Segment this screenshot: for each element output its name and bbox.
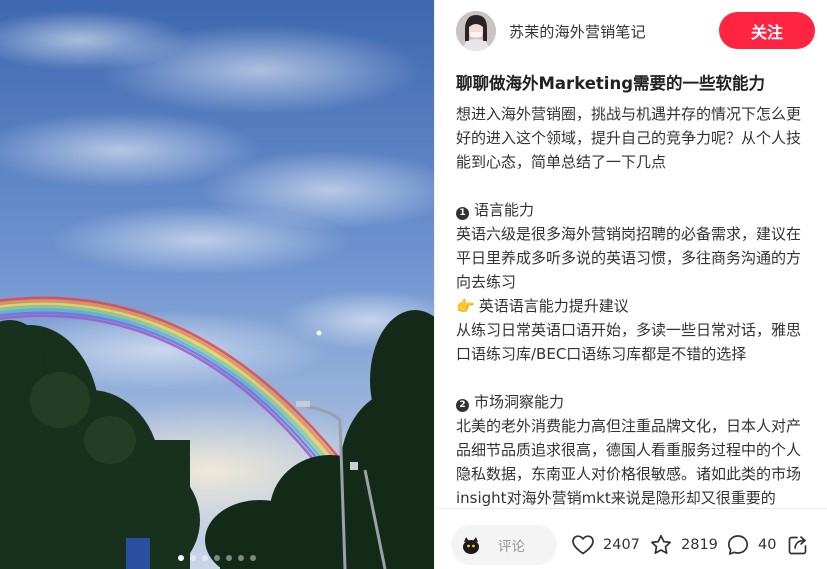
carousel-dot[interactable] (238, 555, 244, 561)
like-button[interactable]: 2407 (571, 533, 640, 557)
engagement-bar: 评论 2407 2819 40 (435, 508, 827, 569)
carousel-dot[interactable] (250, 555, 256, 561)
comment-bubble-icon (727, 535, 749, 555)
author-name[interactable]: 苏茉的海外营销笔记 (509, 21, 646, 42)
note-image-carousel[interactable] (0, 0, 434, 569)
comment-placeholder: 评论 (498, 539, 525, 555)
collect-button[interactable]: 2819 (649, 533, 718, 557)
author-avatar[interactable] (456, 11, 496, 51)
note-scroll-area[interactable]: 聊聊做海外Marketing需要的一些软能力 想进入海外营销圈，挑战与机遇并存的… (456, 62, 812, 508)
carousel-dot[interactable] (190, 555, 196, 561)
rainbow-photo (0, 0, 434, 569)
note-title: 聊聊做海外Marketing需要的一些软能力 (456, 74, 766, 93)
section-heading: 1 语言能力 (456, 198, 812, 222)
note-body: 想进入海外营销圈，挑战与机遇并存的情况下怎么更好的进入这个领域，提升自己的竞争力… (456, 102, 812, 508)
like-count: 2407 (603, 537, 640, 553)
user-avatar-icon (460, 534, 482, 556)
note-content-panel: 苏茉的海外营销笔记 关注 聊聊做海外Marketing需要的一些软能力 想进入海… (434, 0, 827, 569)
share-button[interactable] (786, 533, 810, 557)
carousel-dot[interactable] (178, 555, 184, 561)
collect-count: 2819 (681, 537, 718, 553)
carousel-dot[interactable] (214, 555, 220, 561)
carousel-dot[interactable] (226, 555, 232, 561)
carousel-indicator (0, 555, 434, 561)
author-bar: 苏茉的海外营销笔记 关注 (435, 0, 827, 62)
carousel-dot[interactable] (202, 555, 208, 561)
follow-button[interactable]: 关注 (719, 12, 815, 49)
share-icon (788, 536, 807, 555)
note-detail-page: 苏茉的海外营销笔记 关注 聊聊做海外Marketing需要的一些软能力 想进入海… (0, 0, 827, 569)
tip-text: 从练习日常英语口语开始，多读一些日常对话，雅思口语练习库/BEC口语练习库都是不… (456, 321, 802, 363)
heart-icon (572, 535, 594, 555)
pointing-hand-icon: 👉 (456, 297, 475, 315)
section-text: 北美的老外消费能力高但注重品牌文化，日本人对产品细节品质追求很高，德国人看重服务… (456, 417, 802, 507)
comment-input[interactable]: 评论 (451, 525, 557, 565)
number-2-icon: 2 (456, 399, 469, 412)
comment-button[interactable]: 40 (726, 533, 776, 557)
tip-heading: 👉 英语语言能力提升建议 (456, 294, 812, 318)
number-1-icon: 1 (456, 207, 469, 220)
note-intro: 想进入海外营销圈，挑战与机遇并存的情况下怎么更好的进入这个领域，提升自己的竞争力… (456, 105, 802, 171)
section-text: 英语六级是很多海外营销岗招聘的必备需求，建议在平日里养成多听多说的英语习惯，多往… (456, 225, 802, 291)
user-avatar-icon (456, 11, 496, 51)
section-heading: 2 市场洞察能力 (456, 390, 812, 414)
comment-count: 40 (758, 537, 777, 553)
star-icon (651, 534, 671, 554)
comment-user-avatar (460, 534, 482, 556)
